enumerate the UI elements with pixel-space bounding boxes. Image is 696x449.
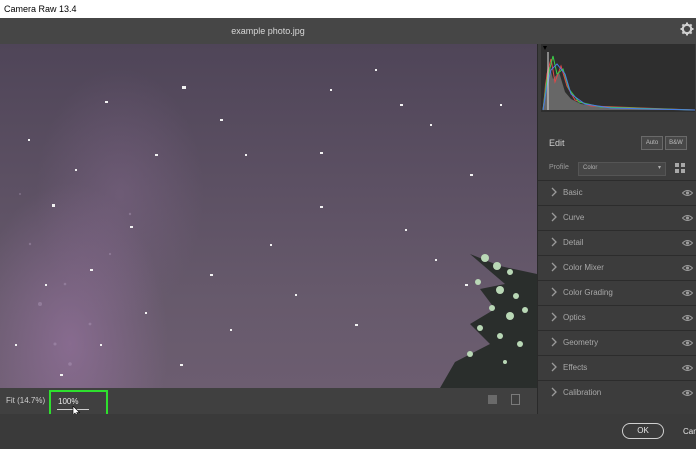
- eye-icon[interactable]: [682, 389, 693, 397]
- section-curve[interactable]: Curve: [538, 205, 696, 229]
- bw-button[interactable]: B&W: [665, 136, 687, 150]
- section-detail[interactable]: Detail: [538, 230, 696, 254]
- chevron-right-icon: [551, 362, 557, 372]
- profile-select-value: Color: [583, 165, 598, 171]
- eye-icon[interactable]: [682, 339, 693, 347]
- zoom-level-value[interactable]: 100%: [58, 397, 78, 406]
- section-optics[interactable]: Optics: [538, 305, 696, 329]
- section-label: Detail: [563, 238, 584, 247]
- profile-label: Profile: [549, 164, 569, 171]
- section-color-grading[interactable]: Color Grading: [538, 280, 696, 304]
- edit-label: Edit: [549, 138, 565, 148]
- section-effects[interactable]: Effects: [538, 355, 696, 379]
- chevron-right-icon: [551, 312, 557, 322]
- window-title: Camera Raw 13.4: [4, 4, 77, 14]
- section-label: Curve: [563, 213, 585, 222]
- profile-select[interactable]: Color ▾: [578, 162, 666, 176]
- section-basic[interactable]: Basic: [538, 180, 696, 204]
- chevron-right-icon: [551, 212, 557, 222]
- cancel-button[interactable]: Cancel: [683, 427, 696, 436]
- histogram: [541, 44, 695, 112]
- profile-row: Profile Color ▾: [538, 160, 696, 178]
- eye-icon[interactable]: [682, 264, 693, 272]
- before-after-view-icon[interactable]: [511, 394, 520, 405]
- section-color-mixer[interactable]: Color Mixer: [538, 255, 696, 279]
- eye-icon[interactable]: [682, 289, 693, 297]
- section-label: Effects: [563, 363, 588, 372]
- auto-button[interactable]: Auto: [641, 136, 663, 150]
- profile-browser-icon[interactable]: [675, 163, 685, 173]
- section-label: Optics: [563, 313, 586, 322]
- single-view-icon[interactable]: [488, 395, 497, 404]
- eye-icon[interactable]: [682, 364, 693, 372]
- gear-icon[interactable]: [680, 22, 694, 36]
- night-sky-photo: [15, 69, 537, 388]
- chevron-right-icon: [551, 262, 557, 272]
- eye-icon[interactable]: [682, 189, 693, 197]
- edit-panel: Edit Auto B&W Profile Color ▾ Basic Curv…: [537, 44, 696, 414]
- section-label: Geometry: [563, 338, 599, 347]
- chevron-right-icon: [551, 387, 557, 397]
- window-title-bar: Camera Raw 13.4: [0, 0, 696, 18]
- ok-button[interactable]: OK: [622, 423, 664, 439]
- eye-icon[interactable]: [682, 239, 693, 247]
- chevron-right-icon: [551, 337, 557, 347]
- chevron-right-icon: [551, 287, 557, 297]
- document-bar: example photo.jpg: [0, 18, 696, 44]
- section-label: Calibration: [563, 388, 602, 397]
- tree-silhouette: [440, 254, 537, 388]
- section-geometry[interactable]: Geometry: [538, 330, 696, 354]
- section-label: Color Grading: [563, 288, 613, 297]
- section-calibration[interactable]: Calibration: [538, 380, 696, 404]
- chevron-right-icon: [551, 237, 557, 247]
- section-label: Basic: [563, 188, 583, 197]
- eye-icon[interactable]: [682, 214, 693, 222]
- fit-zoom-option[interactable]: Fit (14.7%): [6, 396, 45, 405]
- dialog-footer: [0, 414, 696, 449]
- section-label: Color Mixer: [563, 263, 604, 272]
- chevron-down-icon: ▾: [657, 165, 661, 171]
- eye-icon[interactable]: [682, 314, 693, 322]
- edit-header: Edit Auto B&W: [538, 132, 696, 154]
- chevron-right-icon: [551, 187, 557, 197]
- image-canvas[interactable]: [0, 44, 537, 388]
- document-filename: example photo.jpg: [231, 26, 305, 36]
